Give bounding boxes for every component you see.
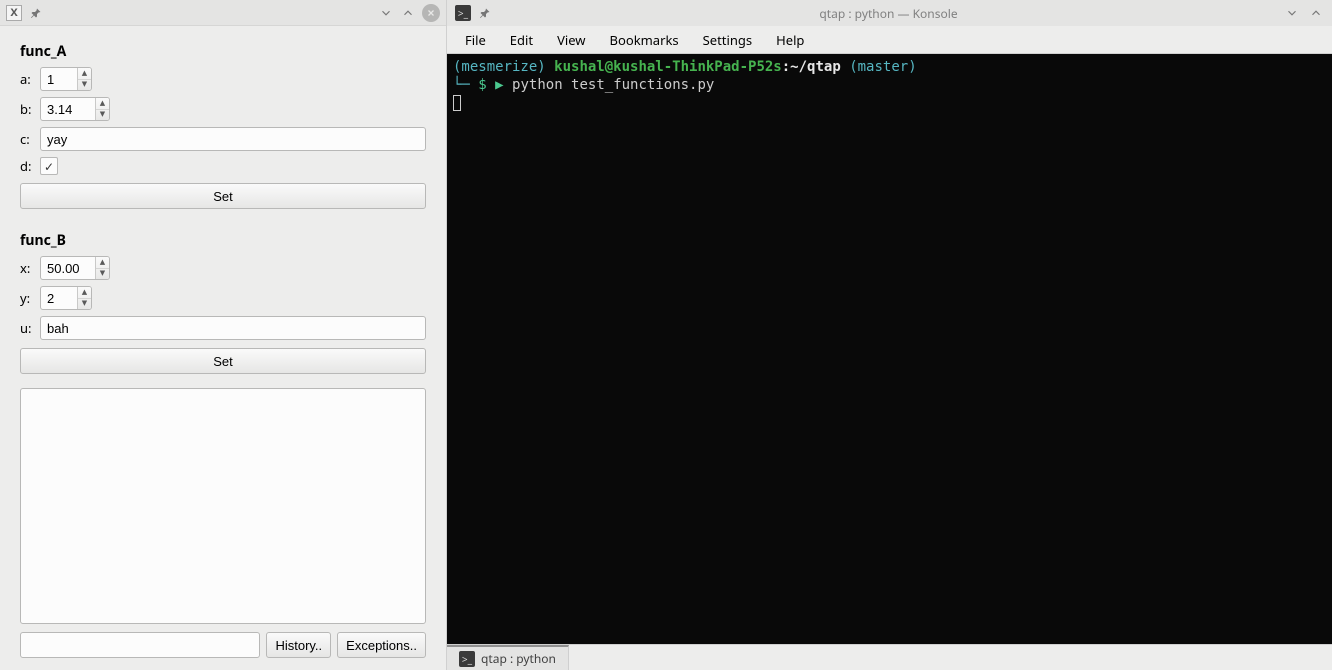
command-input[interactable] (20, 632, 260, 658)
konsole-titlebar: >_ qtap : python — Konsole (447, 0, 1332, 26)
terminal-tab[interactable]: >_ qtap : python (447, 645, 569, 670)
minimize-icon[interactable] (378, 5, 394, 21)
field-a: a: ▲ ▼ (20, 67, 426, 91)
konsole-window: >_ qtap : python — Konsole File Edit Vie… (446, 0, 1332, 670)
tab-label: qtap : python (481, 650, 556, 667)
input-y[interactable] (41, 287, 77, 309)
input-u[interactable] (40, 316, 426, 340)
section-title-func-b: func_B (20, 231, 426, 250)
menu-edit[interactable]: Edit (498, 27, 545, 53)
spin-down-icon[interactable]: ▼ (96, 110, 109, 121)
bottom-bar: History.. Exceptions.. (20, 632, 426, 664)
spin-up-icon[interactable]: ▲ (96, 98, 109, 110)
term-cwd: ~/qtap (790, 59, 841, 75)
tab-bar: >_ qtap : python (447, 644, 1332, 670)
input-a[interactable] (41, 68, 77, 90)
label-y: y: (20, 289, 40, 307)
set-button-func-b[interactable]: Set (20, 348, 426, 374)
term-arrow: ▶ (495, 77, 503, 93)
input-c[interactable] (40, 127, 426, 151)
spin-up-icon[interactable]: ▲ (78, 287, 91, 299)
field-x: x: ▲ ▼ (20, 256, 426, 280)
menu-help[interactable]: Help (764, 27, 816, 53)
label-u: u: (20, 319, 40, 337)
spin-down-icon[interactable]: ▼ (96, 269, 109, 280)
menubar: File Edit View Bookmarks Settings Help (447, 26, 1332, 54)
term-env: (mesmerize) (453, 59, 546, 75)
spin-up-icon[interactable]: ▲ (96, 257, 109, 269)
form-area: func_A a: ▲ ▼ b: ▲ ▼ (0, 26, 446, 670)
term-prompt-corner: └─ (453, 77, 470, 93)
terminal-area[interactable]: (mesmerize) kushal@kushal-ThinkPad-P52s:… (447, 54, 1332, 644)
konsole-title: qtap : python — Konsole (493, 5, 1284, 22)
term-command: python test_functions.py (512, 77, 714, 93)
set-button-func-a[interactable]: Set (20, 183, 426, 209)
label-c: c: (20, 130, 40, 148)
terminal-icon: >_ (455, 5, 471, 21)
minimize-icon[interactable] (1284, 5, 1300, 21)
label-a: a: (20, 70, 40, 88)
checkbox-d[interactable]: ✓ (40, 157, 58, 175)
x11-app-icon: X (6, 5, 22, 21)
history-button[interactable]: History.. (266, 632, 331, 658)
menu-file[interactable]: File (453, 27, 498, 53)
term-branch: (master) (849, 59, 916, 75)
field-y: y: ▲ ▼ (20, 286, 426, 310)
spinbox-a[interactable]: ▲ ▼ (40, 67, 92, 91)
field-b: b: ▲ ▼ (20, 97, 426, 121)
field-u: u: (20, 316, 426, 340)
term-userhost: kushal@kushal-ThinkPad-P52s (554, 59, 782, 75)
field-d: d: ✓ (20, 157, 426, 175)
spinbox-x[interactable]: ▲ ▼ (40, 256, 110, 280)
spinbox-b[interactable]: ▲ ▼ (40, 97, 110, 121)
pin-icon[interactable] (28, 5, 44, 21)
exceptions-button[interactable]: Exceptions.. (337, 632, 426, 658)
maximize-icon[interactable] (400, 5, 416, 21)
terminal-icon: >_ (459, 651, 475, 667)
maximize-icon[interactable] (1308, 5, 1324, 21)
input-x[interactable] (41, 257, 95, 279)
console-output[interactable] (20, 388, 426, 624)
terminal-cursor (453, 95, 461, 111)
label-x: x: (20, 259, 40, 277)
menu-bookmarks[interactable]: Bookmarks (598, 27, 691, 53)
spinbox-y[interactable]: ▲ ▼ (40, 286, 92, 310)
menu-settings[interactable]: Settings (691, 27, 764, 53)
label-d: d: (20, 157, 40, 175)
menu-view[interactable]: View (545, 27, 597, 53)
spin-down-icon[interactable]: ▼ (78, 299, 91, 310)
term-colon: : (782, 59, 790, 75)
pin-icon[interactable] (477, 5, 493, 21)
close-icon[interactable] (422, 4, 440, 22)
left-titlebar: X (0, 0, 446, 26)
field-c: c: (20, 127, 426, 151)
spin-up-icon[interactable]: ▲ (78, 68, 91, 80)
input-b[interactable] (41, 98, 95, 120)
term-dollar: $ (478, 77, 486, 93)
spin-down-icon[interactable]: ▼ (78, 80, 91, 91)
label-b: b: (20, 100, 40, 118)
left-app-window: X func_A a: ▲ (0, 0, 446, 670)
section-title-func-a: func_A (20, 42, 426, 61)
